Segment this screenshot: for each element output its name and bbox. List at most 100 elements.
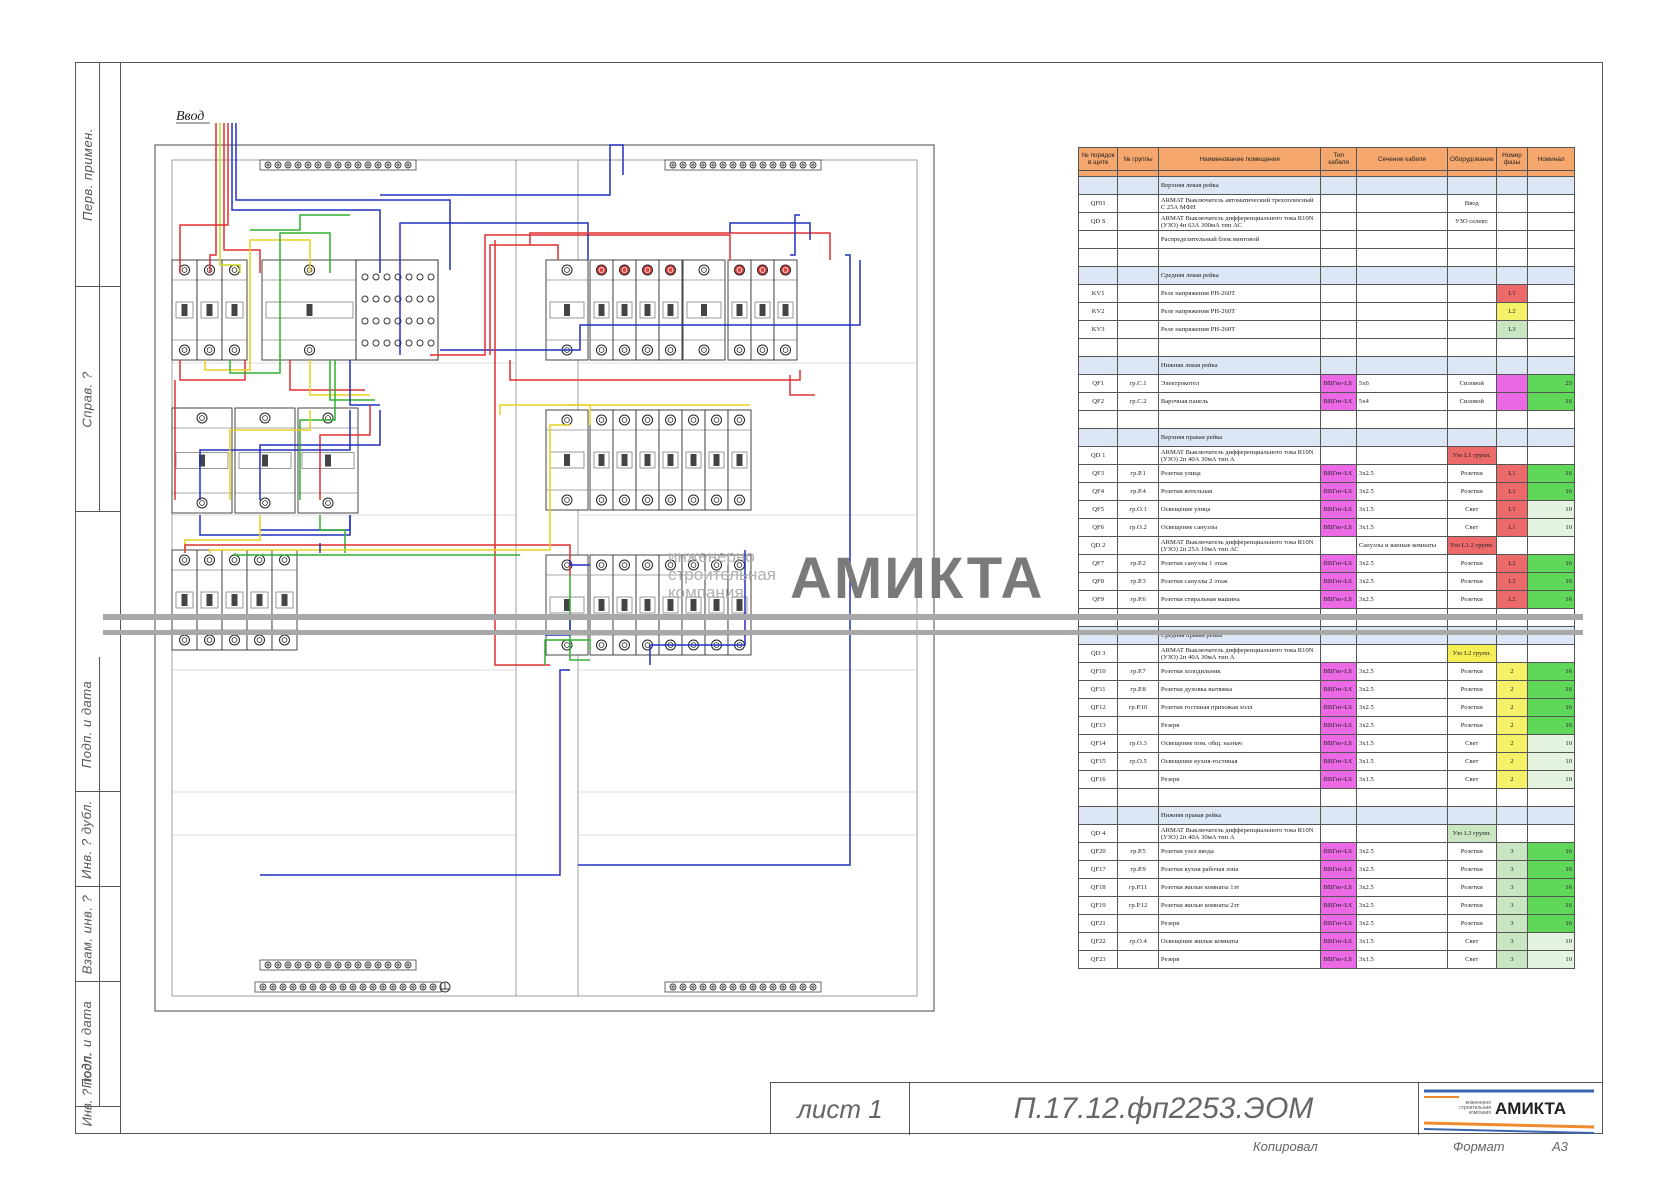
cell-name: Розетки котельная: [1157, 482, 1322, 501]
cell-id: QD 3: [1077, 644, 1119, 663]
cell-id: QD 4: [1077, 824, 1119, 843]
cell-name: Розетки кухня рабочая зона: [1157, 860, 1322, 879]
table-row: QF2 гр.С.2 Варочная панель ВВГнг-LS 5х4 Силов…: [1077, 392, 1575, 411]
cell-grp: [1117, 950, 1159, 969]
section-name: Средняя левая рейка: [1157, 266, 1322, 285]
cell-id: QD S: [1077, 212, 1119, 231]
format-value: А3: [1552, 1139, 1568, 1154]
cell-ph: L1: [1495, 464, 1529, 483]
cell-id: [1077, 230, 1119, 249]
cell-ph: 2: [1495, 662, 1529, 681]
cell-name: Розетки стиральная машина: [1157, 590, 1322, 609]
cell-grp: гр.Р.4: [1117, 482, 1159, 501]
breaker-top-right-4: [658, 259, 683, 361]
cell-id: QF9: [1077, 590, 1119, 609]
cell-eq: Розетки: [1447, 590, 1497, 609]
side-label: Инв. ? дубл.: [79, 799, 95, 879]
cell-eq: Ввод: [1447, 194, 1497, 213]
cell-id: QF23: [1077, 950, 1119, 969]
format-label: Формат: [1453, 1139, 1505, 1154]
cell-nom: [1527, 230, 1575, 249]
cell-name: Розетки узел ввода: [1157, 842, 1322, 861]
cell-id: QF17: [1077, 860, 1119, 879]
cell-nom: [1527, 302, 1575, 321]
cell-ph: L3: [1495, 320, 1529, 339]
cell-sec: 3х2.5: [1355, 914, 1449, 933]
cell-nom: 16: [1527, 680, 1575, 699]
cell-sec: 3х2.5: [1355, 482, 1449, 501]
cell-cab: ВВГнг-LS: [1320, 572, 1357, 591]
table-row: QF12 гр.Р.10 Розетки гостиная прихожая хол…: [1077, 698, 1575, 717]
side-cell-ref: Справ. ?: [75, 287, 121, 512]
cell-id: QF13: [1077, 716, 1119, 735]
cell-nom: 16: [1527, 482, 1575, 501]
cell-nom: 10: [1527, 770, 1575, 789]
cell-sec: Санузлы и ванные комнаты: [1355, 536, 1449, 555]
input-breaker-pole-2: [196, 259, 223, 361]
cell-nom: 16: [1527, 896, 1575, 915]
cell-id: QF10: [1077, 662, 1119, 681]
table-row: QD 4 ARMAT Выключатель дифференциального …: [1077, 824, 1575, 843]
side-cell-sign1: Подп. и дата: [75, 657, 121, 792]
cell-name: ARMAT Выключатель дифференциального тока…: [1157, 212, 1322, 231]
cell-grp: [1117, 230, 1159, 249]
cell-grp: гр.Р.3: [1117, 572, 1159, 591]
cell-grp: гр.О.1: [1117, 500, 1159, 519]
cell-id: QF11: [1077, 680, 1119, 699]
cell-ph: [1495, 536, 1529, 555]
cell-name: Освещение пом. общ. назнач: [1157, 734, 1322, 753]
cell-name: ARMAT Выключатель дифференциального тока…: [1157, 446, 1322, 465]
cell-grp: [1117, 644, 1159, 663]
cell-ph: 2: [1495, 698, 1529, 717]
document-code: П.17.12.фп2253.ЭОМ: [909, 1083, 1419, 1135]
cell-grp: [1117, 302, 1159, 321]
cell-id: QF18: [1077, 878, 1119, 897]
cell-sec: 3х1.5: [1355, 518, 1449, 537]
cell-ph: L1: [1495, 284, 1529, 303]
cell-sec: [1355, 284, 1449, 303]
table-row: QF1 гр.С.1 Электрокотел ВВГнг-LS 5х6 Силовой 2…: [1077, 374, 1575, 393]
cell-nom: 10: [1527, 950, 1575, 969]
cell-eq: Силовой: [1447, 392, 1497, 411]
cell-name: Освещение улица: [1157, 500, 1322, 519]
cell-name: Реле напряжения РН-260Т: [1157, 284, 1322, 303]
cell-cab: ВВГнг-LS: [1320, 842, 1357, 861]
cell-nom: 10: [1527, 752, 1575, 771]
breaker-middle-right-2: [612, 409, 637, 511]
table-empty-row: [1077, 410, 1575, 429]
circuit-table: № порядок в щите № группы Наименование п…: [1077, 147, 1575, 969]
cell-cab: ВВГнг-LS: [1320, 878, 1357, 897]
cell-ph: 2: [1495, 734, 1529, 753]
cell-eq: Розетки: [1447, 482, 1497, 501]
breaker-bottom-left-2: [196, 549, 223, 651]
cell-cab: ВВГнг-LS: [1320, 518, 1357, 537]
col-header: № группы: [1117, 147, 1159, 171]
table-row: QF4 гр.Р.4 Розетки котельная ВВГнг-LS 3х2.5 Р…: [1077, 482, 1575, 501]
cell-id: QF4: [1077, 482, 1119, 501]
cell-nom: [1527, 536, 1575, 555]
cell-nom: 16: [1527, 662, 1575, 681]
cell-eq: Розетки: [1447, 860, 1497, 879]
cell-nom: 10: [1527, 932, 1575, 951]
cell-id: QF3: [1077, 464, 1119, 483]
table-section-row: Нижняя левая рейка: [1077, 356, 1575, 375]
cell-eq: Розетки: [1447, 572, 1497, 591]
title-block: лист 1 П.17.12.фп2253.ЭОМ инженерно стро…: [770, 1082, 1603, 1135]
table-row: QF22 гр.О.4 Освещение жилые комнаты ВВГнг-L…: [1077, 932, 1575, 951]
side-label: Инв. ? подл.: [79, 1052, 95, 1127]
table-empty-row: [1077, 338, 1575, 357]
section-name: Нижняя левая рейка: [1157, 356, 1322, 375]
cell-eq: Розетки: [1447, 878, 1497, 897]
cell-id: QF1: [1077, 374, 1119, 393]
cell-name: ARMAT Выключатель дифференциального тока…: [1157, 536, 1322, 555]
input-breaker-pole-1: [171, 259, 198, 361]
cell-name: Освещение санузлы: [1157, 518, 1322, 537]
cell-ph: 3: [1495, 932, 1529, 951]
cell-grp: [1117, 194, 1159, 213]
cell-sec: 5х4: [1355, 392, 1449, 411]
cell-ph: 2: [1495, 716, 1529, 735]
cell-ph: L1: [1495, 518, 1529, 537]
cell-sec: 3х1.5: [1355, 950, 1449, 969]
cell-cab: ВВГнг-LS: [1320, 680, 1357, 699]
cell-id: QF21: [1077, 914, 1119, 933]
